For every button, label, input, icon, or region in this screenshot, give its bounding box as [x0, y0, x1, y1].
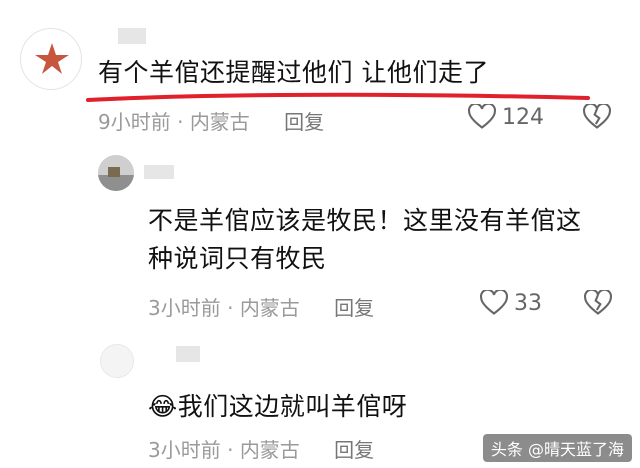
- username-redacted[interactable]: [176, 346, 200, 362]
- comment-location: 内蒙古: [239, 296, 300, 320]
- red-underline-annotation: [86, 92, 590, 102]
- watermark: 头条 @晴天蓝了海: [482, 434, 632, 462]
- comment-meta: 9小时前 · 内蒙古 回复: [98, 110, 325, 134]
- comment-text: 有个羊倌还提醒过他们 让他们走了: [98, 58, 489, 87]
- avatar[interactable]: [20, 28, 82, 90]
- heart-outline-icon: [480, 290, 508, 315]
- reply-button[interactable]: 回复: [284, 110, 324, 134]
- avatar[interactable]: [100, 344, 134, 378]
- star-avatar-icon: [35, 43, 69, 74]
- like-count: 33: [514, 290, 542, 316]
- comment-location: 内蒙古: [239, 438, 300, 462]
- like-button[interactable]: 124: [468, 104, 544, 130]
- comment-meta: 3小时前 · 内蒙古 回复: [148, 296, 375, 320]
- like-button[interactable]: 33: [480, 290, 542, 316]
- broken-heart-icon: [582, 102, 612, 129]
- comment-meta: 3小时前 · 内蒙古 回复: [148, 438, 375, 462]
- like-count: 124: [502, 104, 544, 130]
- username-redacted[interactable]: [144, 165, 174, 179]
- comment-time: 3小时前: [148, 438, 221, 462]
- broken-heart-icon: [583, 288, 613, 315]
- dislike-button[interactable]: [583, 288, 613, 320]
- dislike-button[interactable]: [582, 102, 612, 134]
- comment-text: 😂我们这边就叫羊倌呀: [148, 392, 408, 421]
- comment-text: 不是羊倌应该是牧民！这里没有羊倌这 种说词只有牧民: [148, 206, 582, 273]
- avatar[interactable]: [98, 155, 134, 191]
- comment-time: 3小时前: [148, 296, 221, 320]
- comment-location: 内蒙古: [189, 110, 250, 134]
- heart-outline-icon: [468, 104, 496, 129]
- comment-time: 9小时前: [98, 110, 171, 134]
- laughing-emoji-icon: 😂: [148, 392, 178, 421]
- username-redacted[interactable]: [118, 28, 146, 44]
- reply-button[interactable]: 回复: [334, 438, 374, 462]
- photo-avatar-icon: [98, 155, 134, 191]
- reply-button[interactable]: 回复: [334, 296, 374, 320]
